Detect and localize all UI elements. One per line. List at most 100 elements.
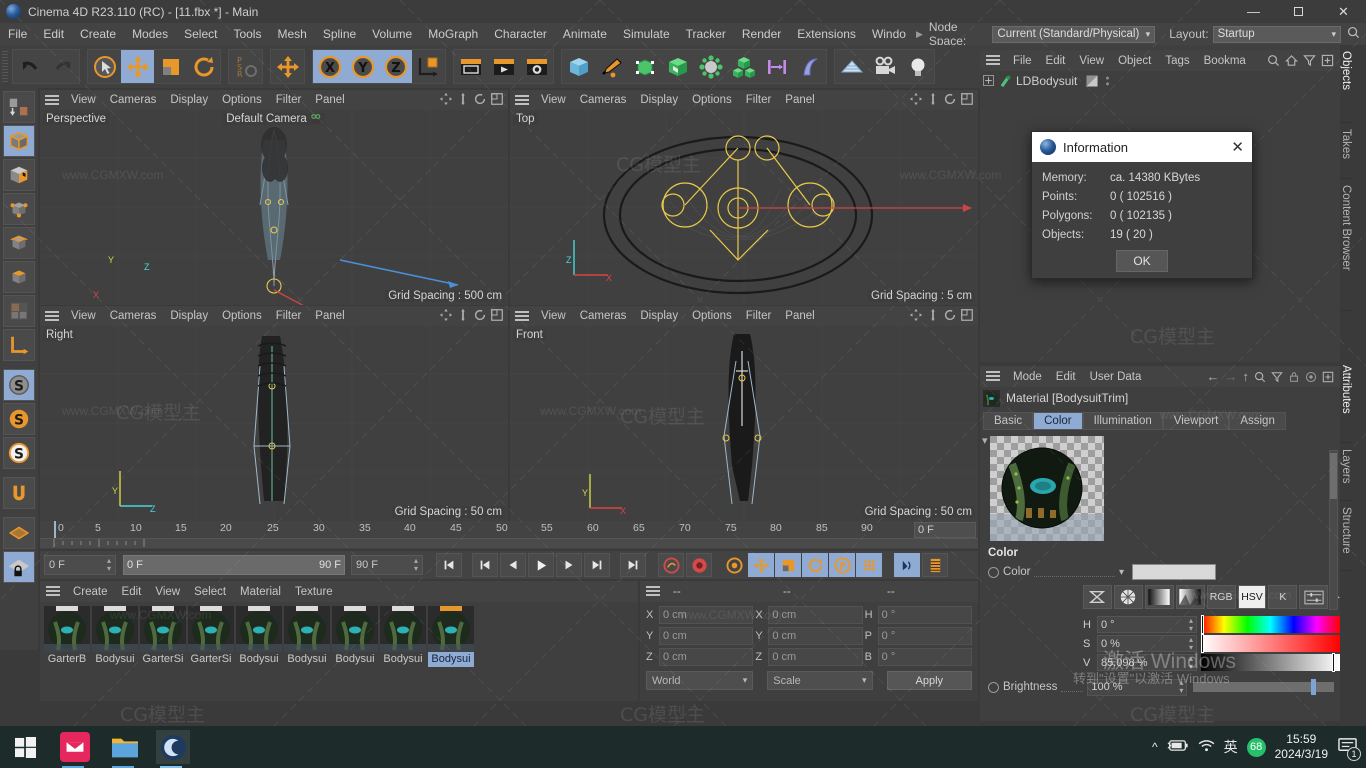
material-item-selected[interactable]: Bodysui — [428, 606, 474, 667]
mm-menu-view[interactable]: View — [148, 586, 187, 598]
menu-item-tools[interactable]: Tools — [225, 23, 269, 45]
tab-assign[interactable]: Assign — [1229, 412, 1286, 430]
material-thumbnail[interactable] — [236, 606, 282, 652]
tab-viewport[interactable]: Viewport — [1162, 412, 1230, 430]
mail-icon[interactable] — [58, 730, 92, 764]
material-thumbnail[interactable] — [428, 606, 474, 652]
hue-bar[interactable] — [1201, 615, 1340, 634]
vp1-menu-display[interactable]: Display — [163, 94, 215, 106]
spinner-icon[interactable]: ▴ ▾ — [1179, 679, 1183, 695]
am-menu-mode[interactable]: Mode — [1006, 371, 1049, 383]
material-item[interactable]: GarterB — [44, 606, 90, 667]
vp2-menu-panel[interactable]: Panel — [778, 94, 821, 106]
menu-item-character[interactable]: Character — [486, 23, 555, 45]
forward-arrow-icon[interactable]: → — [1225, 369, 1238, 384]
vp4-menu-panel[interactable]: Panel — [778, 310, 821, 322]
vp3-menu-display[interactable]: Display — [163, 310, 215, 322]
vp4-menu-filter[interactable]: Filter — [739, 310, 779, 322]
key-scale-icon[interactable] — [775, 553, 801, 577]
light-icon[interactable] — [901, 50, 934, 83]
uv-mode-icon[interactable] — [3, 295, 35, 327]
wifi-icon[interactable] — [1198, 739, 1215, 755]
vp3-menu-filter[interactable]: Filter — [269, 310, 309, 322]
material-item[interactable]: Bodysui — [284, 606, 330, 667]
coord-system-select[interactable]: World ▾ — [646, 671, 754, 690]
move-world-icon[interactable] — [271, 50, 304, 83]
hue-field[interactable]: 0 ° ▴ ▾ — [1097, 616, 1197, 633]
undo-icon[interactable] — [13, 50, 46, 83]
deformer-icon[interactable] — [694, 50, 727, 83]
tab-basic[interactable]: Basic — [983, 412, 1034, 430]
sound-icon[interactable] — [894, 553, 920, 577]
color-mode-hsv-button[interactable]: HSV — [1237, 585, 1267, 609]
color-mode-sliders-icon[interactable] — [1299, 585, 1329, 609]
hue-cursor[interactable] — [1201, 615, 1204, 634]
information-dialog[interactable]: Information ✕ Memory: ca. 14380 KBytes P… — [1031, 131, 1253, 279]
make-editable-icon[interactable] — [3, 91, 35, 123]
menu-item-spline[interactable]: Spline — [315, 23, 364, 45]
search-icon[interactable] — [1347, 26, 1360, 42]
spline-pen-icon[interactable] — [595, 50, 628, 83]
render-view-icon[interactable] — [454, 50, 487, 83]
menu-item-animate[interactable]: Animate — [555, 23, 615, 45]
menu-item-window[interactable]: Windo — [864, 23, 914, 45]
viewport-top[interactable]: View Cameras Display Options Filter Pane… — [510, 90, 978, 305]
om-menu-object[interactable]: Object — [1111, 55, 1158, 67]
select-live-icon[interactable] — [88, 50, 121, 83]
chevron-down-icon[interactable]: ▾ — [1119, 567, 1124, 578]
color-mode-rgb-button[interactable]: RGB — [1206, 585, 1236, 609]
timeline-end-field[interactable]: 0 F — [914, 522, 976, 538]
language-indicator[interactable]: 英 — [1224, 737, 1238, 757]
playback-range[interactable]: 0 F 90 F — [123, 555, 345, 575]
floor-icon[interactable] — [835, 50, 868, 83]
vtab-objects[interactable]: Objects — [1340, 45, 1352, 123]
preview-collapse-icon[interactable]: ▾ — [982, 434, 988, 447]
material-item[interactable]: Bodysui — [332, 606, 378, 667]
material-thumbnail[interactable] — [284, 606, 330, 652]
point-mode-icon[interactable] — [3, 193, 35, 225]
cinema4d-icon[interactable] — [156, 730, 190, 764]
timeline-ruler[interactable]: 0 5 10 15 20 25 30 35 40 45 50 55 60 65 … — [40, 521, 978, 549]
minimize-button[interactable]: — — [1231, 0, 1276, 23]
step-forward-button[interactable] — [556, 553, 582, 577]
vp1-menu-cameras[interactable]: Cameras — [103, 94, 164, 106]
menu-item-render[interactable]: Render — [734, 23, 789, 45]
key-position-icon[interactable] — [748, 553, 774, 577]
menu-item-tracker[interactable]: Tracker — [678, 23, 734, 45]
apply-button[interactable]: Apply — [886, 671, 972, 690]
generator-icon[interactable] — [661, 50, 694, 83]
material-thumbnail[interactable] — [92, 606, 138, 652]
viewport-top-canvas[interactable]: Z X Top Grid Spacing : 5 cm — [510, 110, 978, 305]
ok-button[interactable]: OK — [1116, 250, 1168, 272]
am-menu-user-data[interactable]: User Data — [1083, 371, 1149, 383]
vp2-menu-view[interactable]: View — [534, 94, 573, 106]
preview-end-field[interactable]: 90 F ▴ ▾ — [351, 555, 423, 575]
material-thumbnail[interactable] — [44, 606, 90, 652]
tab-illumination[interactable]: Illumination — [1082, 412, 1163, 430]
step-back-button[interactable] — [500, 553, 526, 577]
coord-field-rot-h[interactable]: 0 ° — [877, 606, 972, 624]
coordinate-system-icon[interactable] — [412, 50, 445, 83]
maximize-button[interactable] — [1276, 0, 1321, 23]
render-queue-icon[interactable] — [487, 50, 520, 83]
coord-field-pos-x[interactable]: 0 cm — [659, 606, 754, 624]
model-mode-icon[interactable] — [3, 125, 35, 157]
vtab-takes[interactable]: Takes — [1340, 123, 1352, 179]
timeline-ticks[interactable]: 0 5 10 15 20 25 30 35 40 45 50 55 60 65 … — [40, 521, 978, 548]
vp1-menu-view[interactable]: View — [64, 94, 103, 106]
value-cursor[interactable] — [1332, 653, 1335, 672]
color-mode-mountain-icon[interactable] — [1175, 585, 1205, 609]
om-menu-view[interactable]: View — [1072, 55, 1111, 67]
key-parameter-icon[interactable]: P — [829, 553, 855, 577]
color-swatch[interactable] — [1132, 564, 1216, 580]
coord-field-size-z[interactable]: 0 cm — [768, 648, 863, 666]
vp1-menu-panel[interactable]: Panel — [308, 94, 351, 106]
material-thumbnail[interactable] — [380, 606, 426, 652]
viewport-right-canvas[interactable]: Y Z Right Grid Spacing : 50 cm — [40, 326, 508, 521]
key-position-all-icon[interactable] — [721, 553, 747, 577]
coord-field-rot-p[interactable]: 0 ° — [877, 627, 972, 645]
show-hidden-icons-icon[interactable]: ^ — [1152, 740, 1158, 754]
mm-menu-create[interactable]: Create — [66, 586, 115, 598]
color-radio[interactable] — [988, 566, 999, 578]
record-button[interactable] — [686, 553, 712, 577]
